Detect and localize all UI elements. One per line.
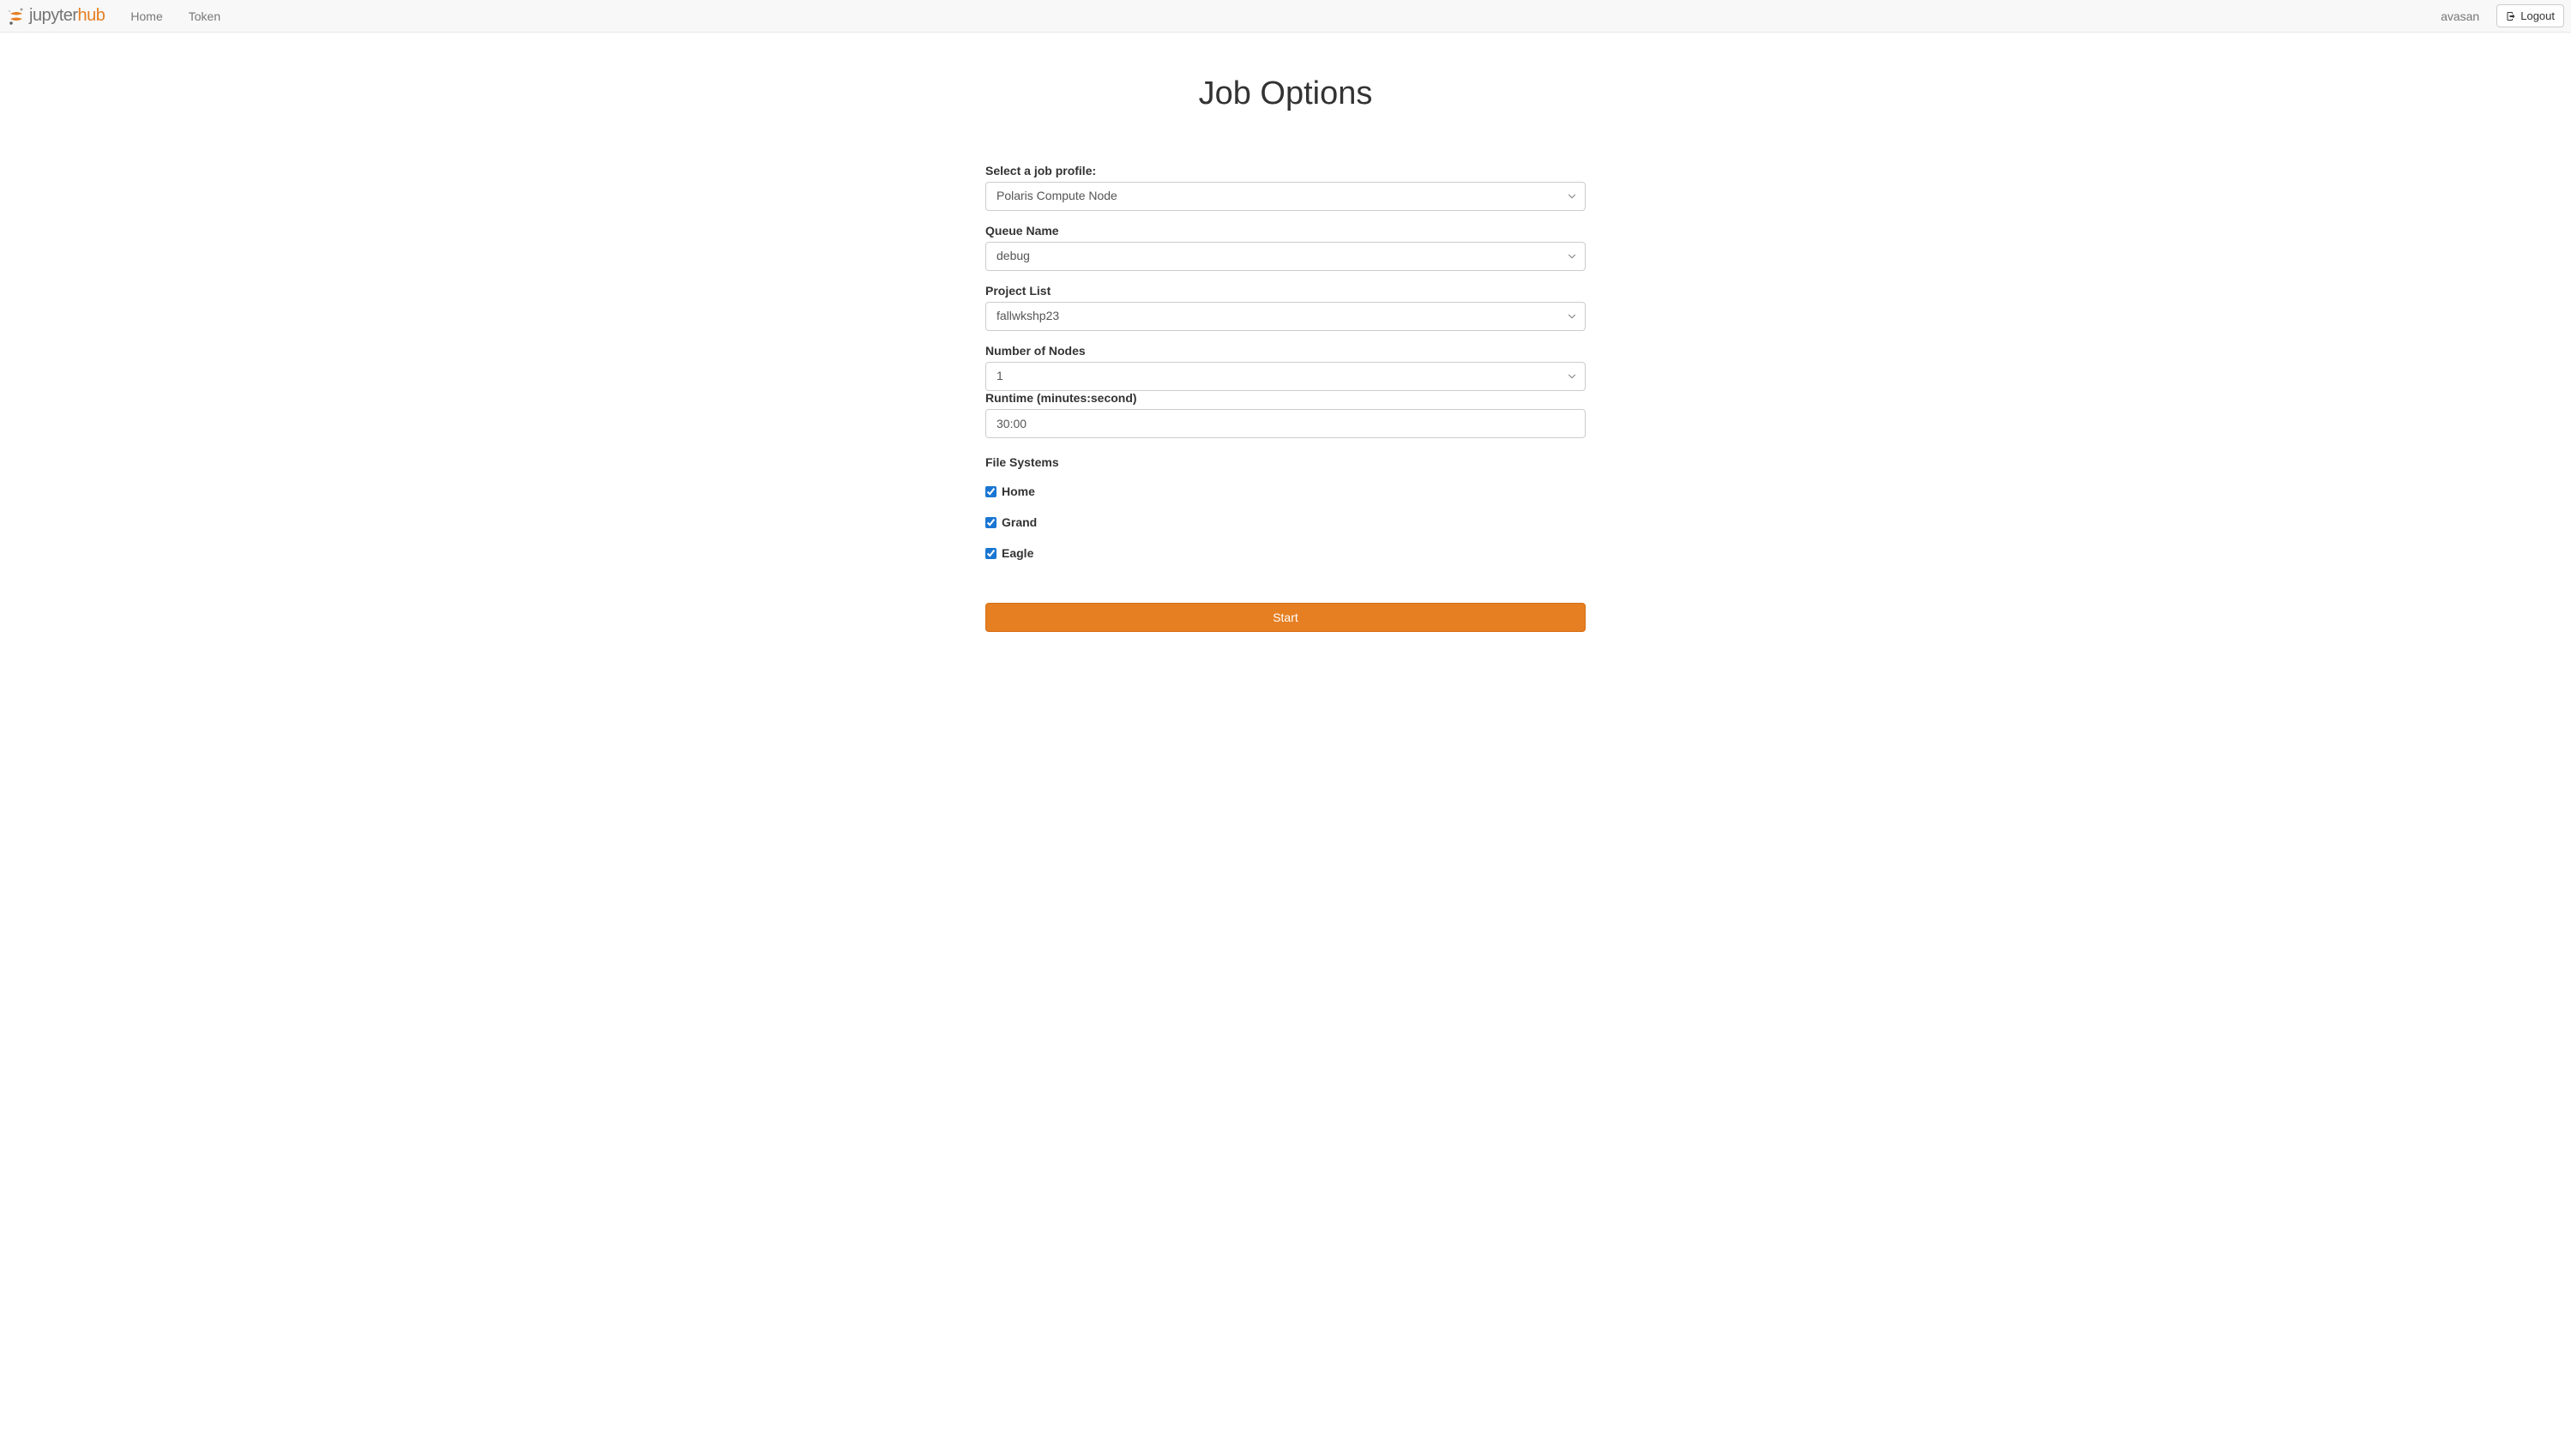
project-label: Project List (985, 284, 1586, 298)
start-button[interactable]: Start (985, 603, 1586, 632)
navbar-left: jupyterhub Home Token (7, 1, 233, 32)
filesystem-home-group: Home (985, 484, 1586, 498)
logo-jupyter-text: jupyter (29, 6, 78, 25)
jupyter-logo-icon (7, 7, 26, 26)
runtime-group: Runtime (minutes:second) (985, 391, 1586, 438)
filesystem-grand-label[interactable]: Grand (1002, 515, 1037, 529)
logo-text: jupyterhub (29, 6, 105, 26)
filesystem-grand-group: Grand (985, 515, 1586, 529)
navbar-right: avasan Logout (2434, 4, 2564, 27)
navbar: jupyterhub Home Token avasan Logout (0, 0, 2571, 33)
project-select[interactable]: fallwkshp23 (985, 302, 1586, 331)
nodes-label: Number of Nodes (985, 344, 1586, 358)
logout-label: Logout (2520, 9, 2555, 22)
queue-label: Queue Name (985, 224, 1586, 238)
filesystem-home-label[interactable]: Home (1002, 484, 1035, 498)
logo-hub-text: hub (78, 6, 105, 25)
checkbox-item: Home (985, 484, 1586, 498)
nodes-select[interactable]: 1 (985, 362, 1586, 391)
filesystem-eagle-group: Eagle (985, 546, 1586, 560)
filesystems-label: File Systems (985, 455, 1586, 469)
page-title: Job Options (985, 75, 1586, 112)
logout-button[interactable]: Logout (2496, 4, 2564, 27)
filesystem-home-checkbox[interactable] (985, 486, 996, 497)
checkbox-item: Eagle (985, 546, 1586, 560)
filesystem-grand-checkbox[interactable] (985, 517, 996, 528)
nodes-group: Number of Nodes 1 (985, 344, 1586, 391)
username: avasan (2434, 9, 2486, 23)
main-container: Job Options Select a job profile: Polari… (972, 33, 1599, 649)
nav-home[interactable]: Home (117, 1, 175, 32)
queue-group: Queue Name debug (985, 224, 1586, 271)
checkbox-item: Grand (985, 515, 1586, 529)
filesystem-eagle-label[interactable]: Eagle (1002, 546, 1033, 560)
job-options-form: Select a job profile: Polaris Compute No… (985, 164, 1586, 632)
profile-group: Select a job profile: Polaris Compute No… (985, 164, 1586, 211)
queue-select[interactable]: debug (985, 242, 1586, 271)
runtime-input[interactable] (985, 409, 1586, 438)
nav-token[interactable]: Token (176, 1, 233, 32)
filesystem-eagle-checkbox[interactable] (985, 548, 996, 559)
runtime-label: Runtime (minutes:second) (985, 391, 1586, 405)
project-group: Project List fallwkshp23 (985, 284, 1586, 331)
profile-select[interactable]: Polaris Compute Node (985, 182, 1586, 211)
logo[interactable]: jupyterhub (7, 3, 105, 29)
profile-label: Select a job profile: (985, 164, 1586, 177)
logout-icon (2506, 11, 2516, 21)
